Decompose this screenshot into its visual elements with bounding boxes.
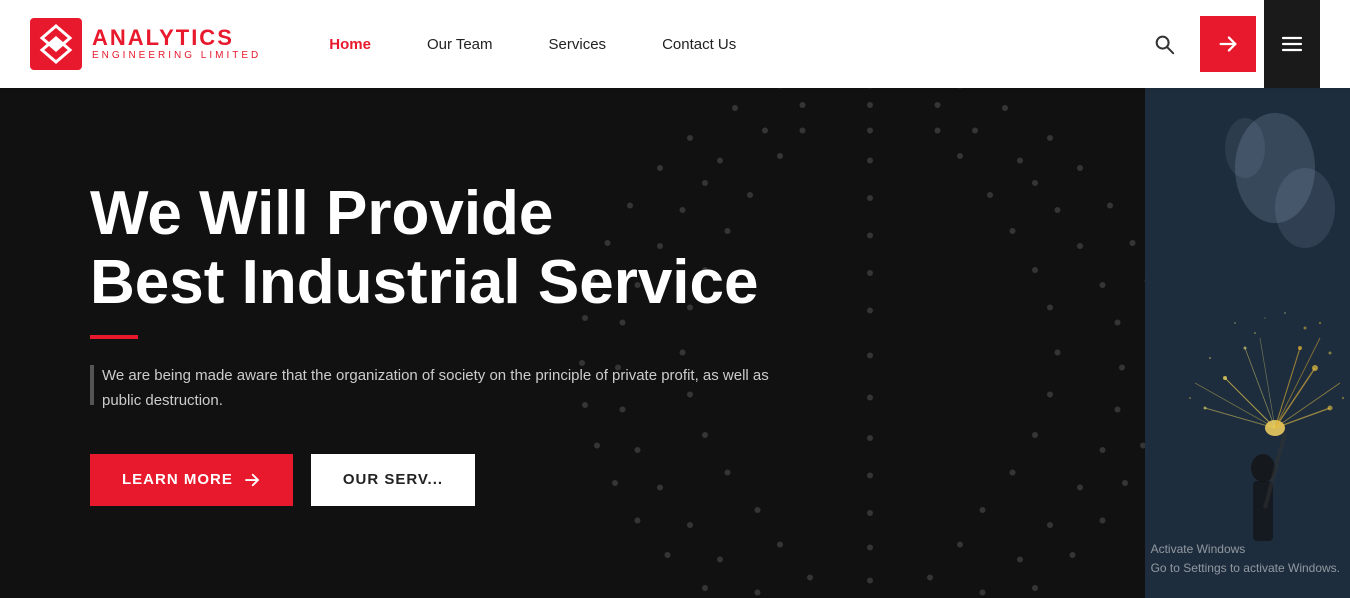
logo-icon — [30, 18, 82, 70]
main-nav: Home Our Team Services Contact Us — [301, 0, 1136, 88]
hamburger-icon — [1280, 32, 1304, 56]
sparks-illustration — [1145, 88, 1350, 598]
brand-sub: ENGINEERING LIMITED — [92, 51, 261, 61]
hero-buttons: LEARN MORE OUR SERV... — [90, 454, 1055, 506]
hero-left: We Will Provide Best Industrial Service … — [0, 88, 1145, 598]
globe-decoration — [495, 88, 1145, 598]
header: ANALYTICS ENGINEERING LIMITED Home Our T… — [0, 0, 1350, 88]
arrow-right-icon — [243, 471, 261, 489]
nav-contact-us[interactable]: Contact Us — [634, 0, 764, 88]
logo-text: ANALYTICS ENGINEERING LIMITED — [92, 27, 261, 61]
our-services-button[interactable]: OUR SERV... — [311, 454, 475, 506]
hero-right-image: Activate Windows Go to Settings to activ… — [1145, 88, 1350, 598]
hero-divider — [90, 335, 138, 339]
hero-title: We Will Provide Best Industrial Service — [90, 180, 1055, 316]
description-bar — [90, 365, 94, 405]
arrow-button[interactable] — [1200, 16, 1256, 72]
hamburger-button[interactable] — [1264, 0, 1320, 88]
search-icon — [1153, 33, 1175, 55]
header-right — [1136, 0, 1320, 88]
arrow-right-icon — [1217, 33, 1239, 55]
logo[interactable]: ANALYTICS ENGINEERING LIMITED — [30, 18, 261, 70]
hero-description: We are being made aware that the organiz… — [102, 363, 782, 414]
nav-home[interactable]: Home — [301, 0, 399, 88]
nav-our-team[interactable]: Our Team — [399, 0, 521, 88]
learn-more-button[interactable]: LEARN MORE — [90, 454, 293, 506]
search-button[interactable] — [1136, 16, 1192, 72]
nav-services[interactable]: Services — [521, 0, 635, 88]
brand-name: ANALYTICS — [92, 27, 261, 49]
hero-section: We Will Provide Best Industrial Service … — [0, 88, 1350, 598]
activate-windows-notice: Activate Windows Go to Settings to activ… — [1151, 540, 1340, 578]
